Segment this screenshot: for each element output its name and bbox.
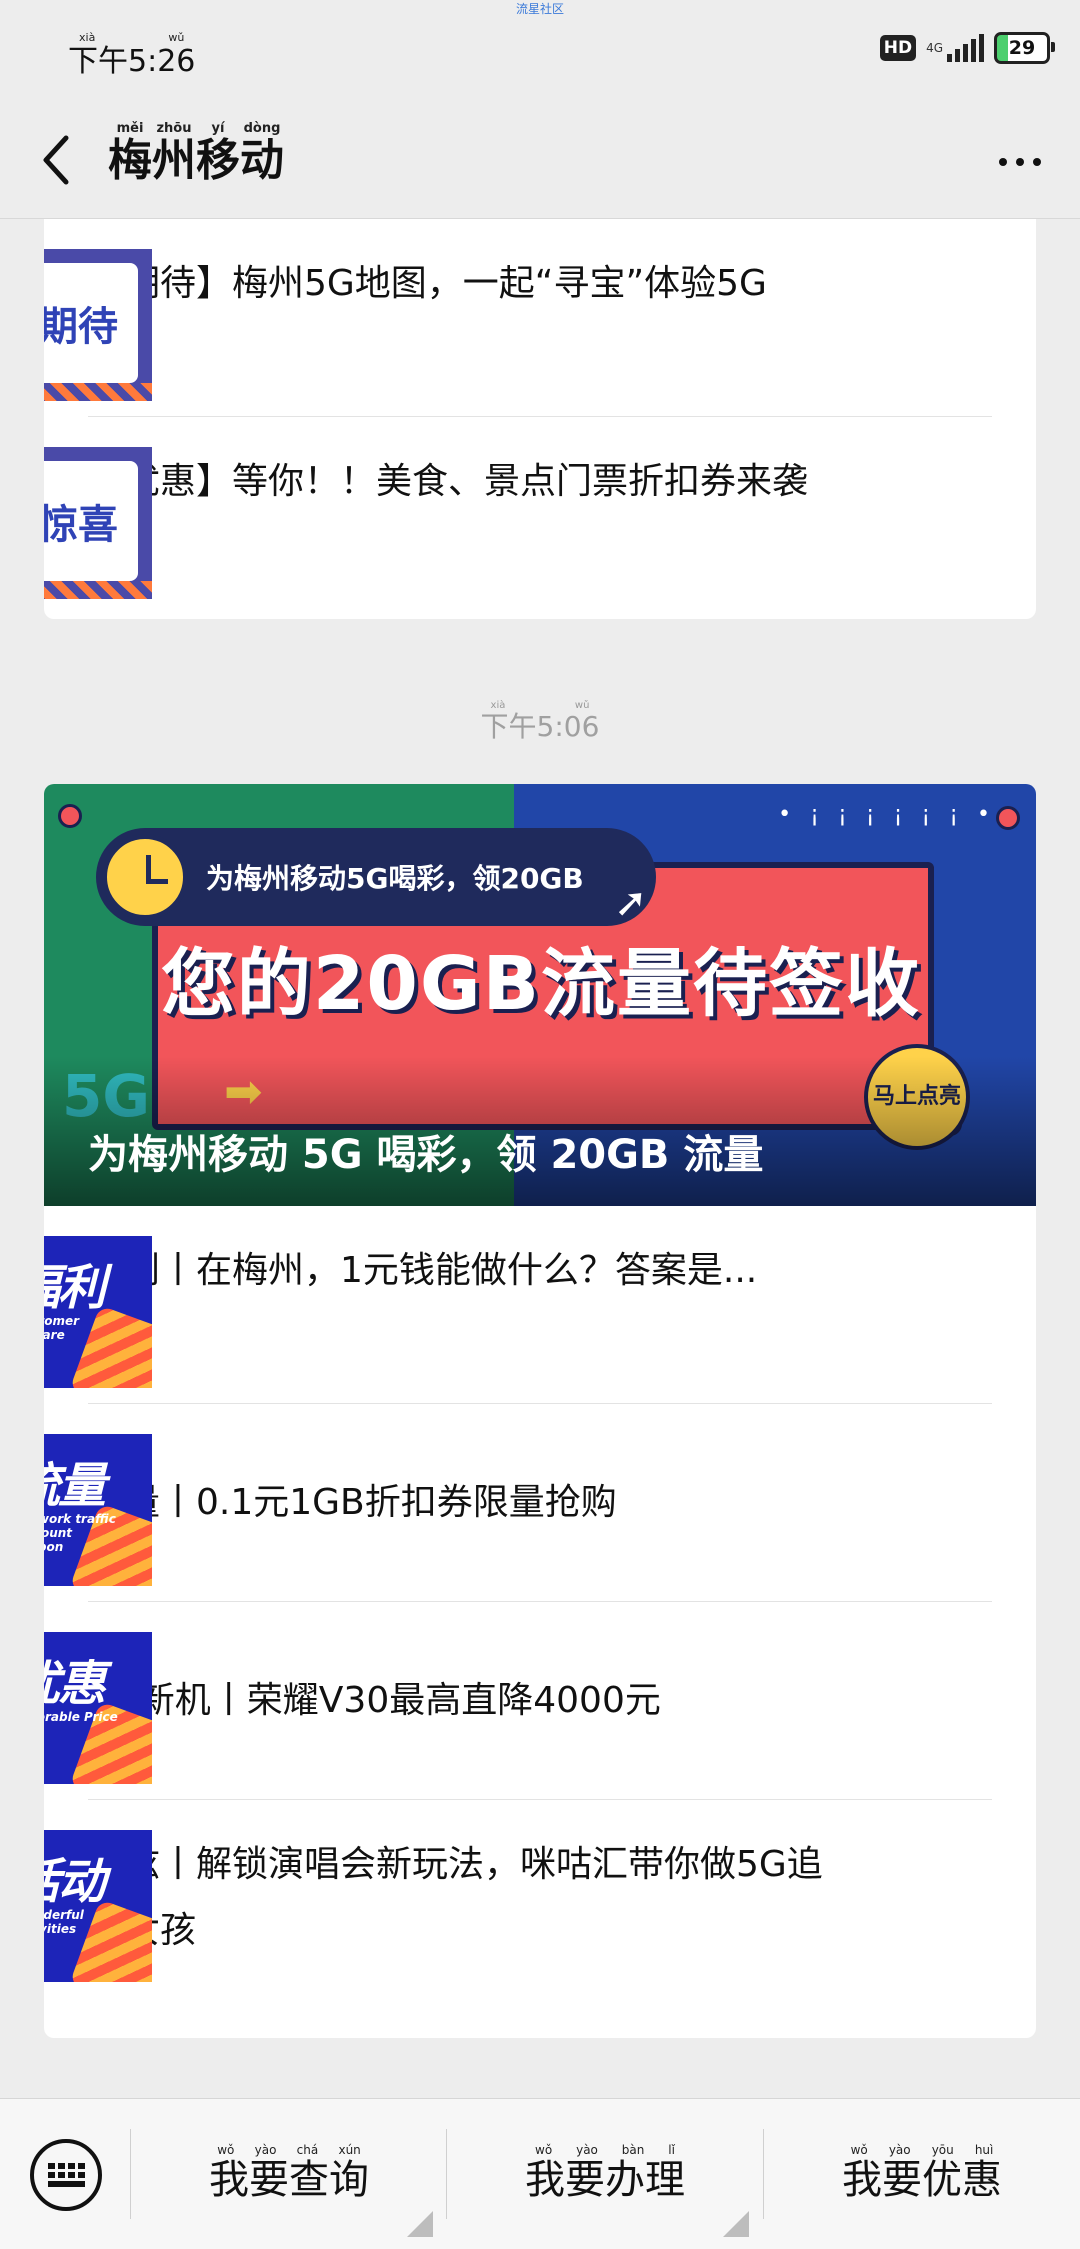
thumb-small-label: Wonderful activities <box>44 1908 84 1936</box>
menu-label: 我要办理 <box>525 2156 685 2203</box>
timestamp-pinyin-2: wǔ <box>574 700 600 711</box>
article-card: • ¡ ¡ ¡ ¡ ¡ ¡ • 为梅州移动5G喝彩，领20GB ➚ 您的20GB… <box>44 784 1036 2038</box>
keyboard-toggle-button[interactable] <box>30 2139 102 2211</box>
article-title: 【优惠】等你！！美食、景点门票折扣券来袭 <box>88 461 809 502</box>
title-pinyin: yí <box>196 121 240 136</box>
cursor-icon: ➚ <box>614 880 648 926</box>
decorative-dots: • ¡ ¡ ¡ ¡ ¡ ¡ • <box>778 802 996 827</box>
banner-caption: 为梅州移动 5G 喝彩，领 20GB 流量 <box>88 1132 764 1178</box>
battery-level: 29 <box>1008 37 1036 59</box>
article-title: 流量丨0.1元1GB折扣券限量抢购 <box>88 1482 617 1523</box>
menu-pinyin: wǒ <box>209 2142 235 2157</box>
thumb-big-label: 活动 <box>44 1854 106 1910</box>
banner-pill: 为梅州移动5G喝彩，领20GB <box>96 828 656 926</box>
menu-label: 我要查询 <box>209 2156 369 2203</box>
article-item[interactable]: 酷炫丨解锁演唱会新玩法，咪咕汇带你做5G追星女孩 活动 Wonderful ac… <box>44 1800 1036 1998</box>
menu-pinyin: wǒ <box>842 2142 868 2157</box>
article-item[interactable]: 【期待】梅州5G地图，一起“寻宝”体验5G 期待 ¥ <box>44 219 1036 417</box>
more-options-icon <box>1033 158 1041 166</box>
more-options-icon <box>1016 158 1024 166</box>
article-thumbnail: 惊喜 ¥ <box>44 447 152 599</box>
article-thumbnail: 福利 Customer welfare <box>44 1236 152 1388</box>
more-options-button[interactable] <box>980 132 1060 192</box>
battery-icon: 29 <box>994 32 1055 64</box>
article-thumbnail: 活动 Wonderful activities <box>44 1830 152 1982</box>
thumb-small-label: Favorable Price <box>44 1710 118 1724</box>
menu-discount-button[interactable]: 我要优惠wǒ yào yōu huì <box>764 2099 1080 2249</box>
title-char: 动 <box>240 135 284 186</box>
menu-query-button[interactable]: 我要查询wǒ yào chá xún <box>131 2099 447 2249</box>
bottom-menu: 我要查询wǒ yào chá xún 我要办理wǒ yào bàn lǐ 我要优… <box>0 2098 1080 2249</box>
thumb-stripe <box>44 383 152 401</box>
status-icons: HD 4G 29 <box>879 32 1055 64</box>
message-timestamp: 下午5:06xià wǔ <box>0 700 1080 745</box>
menu-pinyin: lǐ <box>668 2142 685 2157</box>
thumb-small-label: Customer welfare <box>44 1314 80 1342</box>
menu-handle-button[interactable]: 我要办理wǒ yào bàn lǐ <box>447 2099 763 2249</box>
hd-badge: HD <box>879 35 917 61</box>
article-thumbnail: 流量 Network traffic discount coupon <box>44 1434 152 1586</box>
submenu-indicator-icon <box>407 2211 433 2237</box>
thumb-small-label: Network traffic discount coupon <box>44 1512 116 1554</box>
thumb-big-label: 福利 <box>44 1260 106 1316</box>
article-card-previous: 【期待】梅州5G地图，一起“寻宝”体验5G 期待 ¥ 【优惠】等你！！美食、景点… <box>44 219 1036 619</box>
submenu-indicator-icon <box>723 2211 749 2237</box>
status-time-text: 下午5:26 <box>68 44 196 79</box>
article-item[interactable]: 福利丨在梅州，1元钱能做什么？答案是... 福利 Customer welfar… <box>44 1206 1036 1404</box>
menu-pinyin: bàn <box>621 2142 645 2157</box>
menu-pinyin: yào <box>254 2142 277 2157</box>
title-pinyin: měi <box>108 121 152 136</box>
article-title: 福利丨在梅州，1元钱能做什么？答案是... <box>88 1250 758 1291</box>
menu-pinyin: chá <box>296 2142 319 2157</box>
thumb-label: 惊喜 <box>44 461 138 581</box>
article-item[interactable]: 【优惠】等你！！美食、景点门票折扣券来袭 惊喜 ¥ <box>44 417 1036 615</box>
status-time-pinyin-1: xià <box>68 31 96 44</box>
timestamp-text: 下午5:06 <box>480 710 600 743</box>
status-time-pinyin-2: wǔ <box>168 31 196 44</box>
menu-label: 我要优惠 <box>842 2156 1002 2203</box>
title-char: 梅 <box>108 135 152 186</box>
status-time: 下午5:26xià wǔ <box>68 31 196 80</box>
menu-pinyin: xún <box>338 2142 369 2157</box>
thumb-label: 期待 <box>44 263 138 383</box>
thumb-big-label: 优惠 <box>44 1656 106 1712</box>
article-item[interactable]: 5G新机丨荣耀V30最高直降4000元 优惠 Favorable Price <box>44 1602 1036 1800</box>
back-arrow-icon <box>43 135 69 185</box>
banner-pill-text: 为梅州移动5G喝彩，领20GB <box>206 862 584 895</box>
menu-pinyin: wǒ <box>525 2142 553 2157</box>
clock-icon <box>102 834 188 920</box>
thumb-big-label: 流量 <box>44 1458 106 1514</box>
article-title: 酷炫丨解锁演唱会新玩法，咪咕汇带你做5G追星女孩 <box>88 1844 823 1951</box>
menu-pinyin: yào <box>576 2142 598 2157</box>
timestamp-pinyin-1: xià <box>480 700 506 711</box>
menu-pinyin: yōu <box>931 2142 954 2157</box>
article-thumbnail: 优惠 Favorable Price <box>44 1632 152 1784</box>
back-button[interactable] <box>30 128 86 192</box>
menu-pinyin: yào <box>888 2142 911 2157</box>
title-char: 移 <box>196 135 240 186</box>
article-title: 5G新机丨荣耀V30最高直降4000元 <box>88 1680 661 1721</box>
decorative-dot <box>58 804 82 828</box>
status-bar: 下午5:26xià wǔ HD 4G 29 <box>0 0 1080 108</box>
signal-icon <box>947 34 984 62</box>
menu-pinyin: huì <box>974 2142 1002 2157</box>
article-thumbnail: 期待 ¥ <box>44 249 152 401</box>
title-pinyin: zhōu <box>152 121 196 136</box>
cover-banner[interactable]: • ¡ ¡ ¡ ¡ ¡ ¡ • 为梅州移动5G喝彩，领20GB ➚ 您的20GB… <box>44 784 1036 1206</box>
decorative-dot <box>996 806 1020 830</box>
banner-headline: 您的20GB流量待签收 <box>160 941 922 1027</box>
thumb-stripe <box>44 581 152 599</box>
title-pinyin: dòng <box>240 121 284 136</box>
page-title: 梅měi州zhōu移yí动dòng <box>108 121 284 188</box>
keyboard-icon <box>47 2163 85 2187</box>
more-options-icon <box>999 158 1007 166</box>
title-bar: 梅měi州zhōu移yí动dòng <box>0 108 1080 220</box>
network-type-label: 4G <box>926 41 943 55</box>
article-title: 【期待】梅州5G地图，一起“寻宝”体验5G <box>88 263 767 304</box>
title-char: 州 <box>152 135 196 186</box>
article-item[interactable]: 流量丨0.1元1GB折扣券限量抢购 流量 Network traffic dis… <box>44 1404 1036 1602</box>
